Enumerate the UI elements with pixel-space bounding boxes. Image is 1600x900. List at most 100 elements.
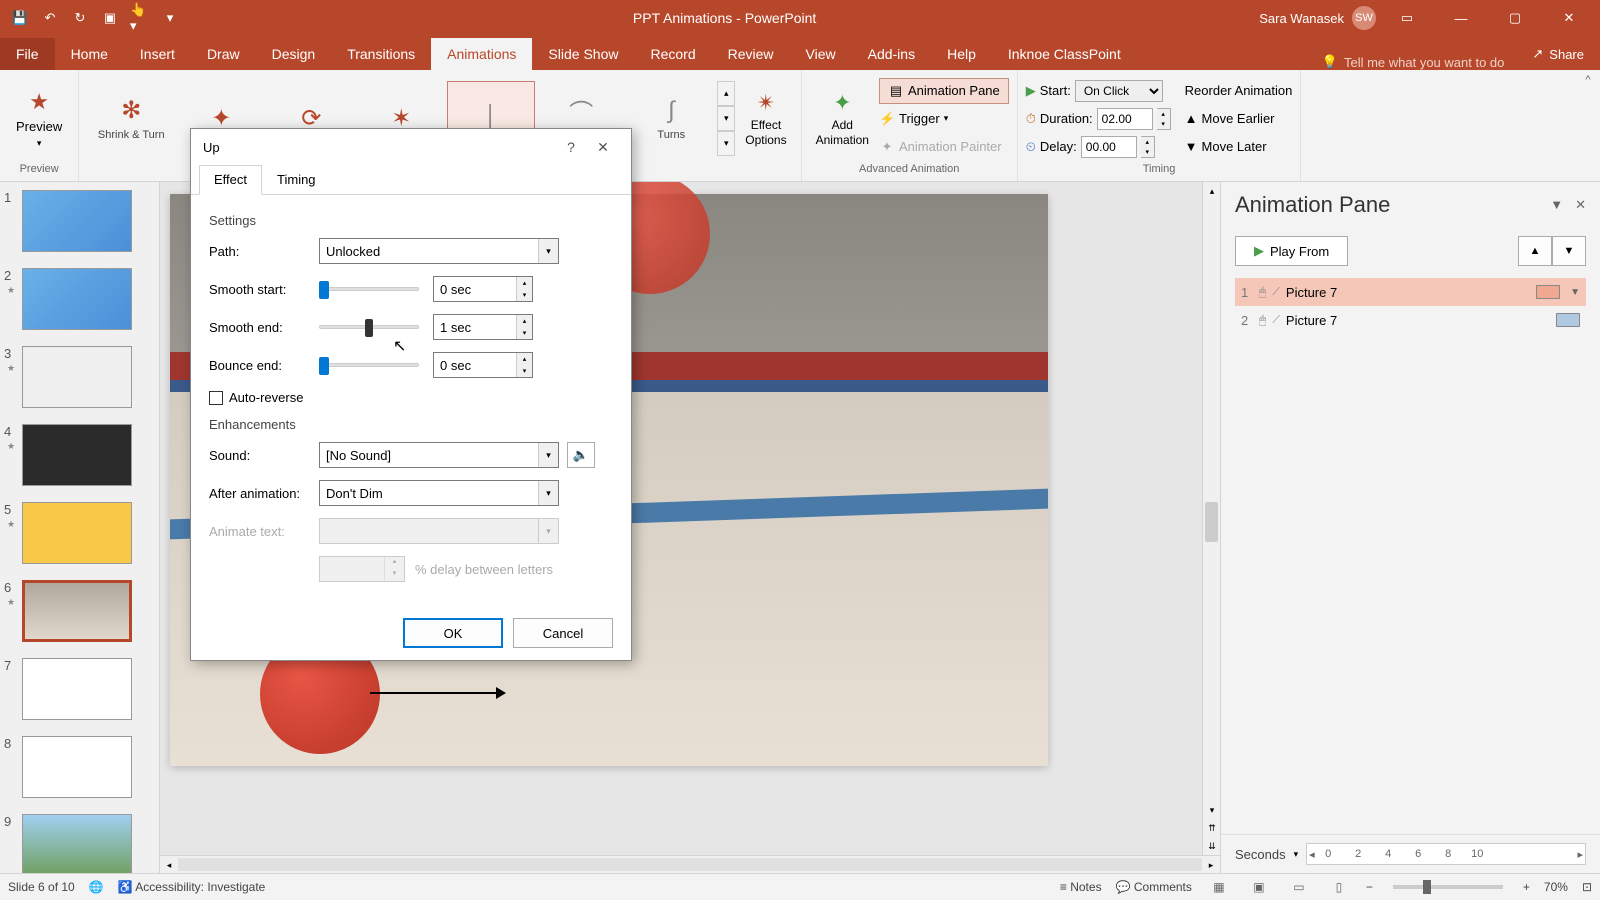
save-icon[interactable]: 💾 <box>10 8 30 28</box>
cancel-button[interactable]: Cancel <box>513 618 613 648</box>
tell-me-search[interactable]: 💡 Tell me what you want to do <box>1310 54 1517 70</box>
gallery-down-icon[interactable]: ▾ <box>717 106 735 131</box>
smooth-start-slider[interactable] <box>319 276 419 302</box>
thumb-6[interactable] <box>22 580 132 642</box>
path-select[interactable]: Unlocked ▾ <box>319 238 559 264</box>
timeline-ruler[interactable]: ◂ 0 2 4 6 8 10 ▸ <box>1306 843 1586 865</box>
dialog-tab-effect[interactable]: Effect <box>199 165 262 195</box>
item-dropdown-icon[interactable]: ▼ <box>1570 287 1580 298</box>
tab-review[interactable]: Review <box>712 38 790 70</box>
user-name[interactable]: Sara Wanasek <box>1259 11 1344 26</box>
slide-indicator[interactable]: Slide 6 of 10 <box>8 880 75 894</box>
tab-home[interactable]: Home <box>55 38 124 70</box>
tab-classpoint[interactable]: Inknoe ClassPoint <box>992 38 1137 70</box>
scroll-thumb[interactable] <box>1205 502 1218 542</box>
tab-animations[interactable]: Animations <box>431 38 532 70</box>
scroll-down-icon[interactable]: ▾ <box>1203 801 1220 819</box>
notes-button[interactable]: ≡ Notes <box>1060 880 1102 894</box>
gallery-scroll[interactable]: ▴ ▾ ▾ <box>717 81 735 157</box>
move-later-button[interactable]: ▼ Move Later <box>1185 134 1293 160</box>
thumb-2[interactable] <box>22 268 132 330</box>
auto-reverse-checkbox[interactable]: Auto-reverse <box>209 390 613 405</box>
smooth-end-input[interactable]: 1 sec ▴▾ <box>433 314 533 340</box>
vertical-scrollbar[interactable]: ▴ ▾ ⇈ ⇊ <box>1202 182 1220 855</box>
trigger-button[interactable]: ⚡ Trigger ▾ <box>879 106 1009 132</box>
start-select[interactable]: On Click <box>1075 80 1163 102</box>
tab-view[interactable]: View <box>790 38 852 70</box>
reading-view-icon[interactable]: ▭ <box>1286 877 1312 897</box>
pane-close-icon[interactable]: ✕ <box>1575 197 1586 213</box>
zoom-out-icon[interactable]: − <box>1366 880 1373 894</box>
tab-transitions[interactable]: Transitions <box>331 38 431 70</box>
customize-qat-icon[interactable]: ▾ <box>160 8 180 28</box>
collapse-ribbon-icon[interactable]: ^ <box>1576 70 1600 181</box>
smooth-start-input[interactable]: 0 sec ▴▾ <box>433 276 533 302</box>
move-up-button[interactable]: ▲ <box>1518 236 1552 266</box>
next-slide-icon[interactable]: ⇊ <box>1203 837 1220 855</box>
slideshow-view-icon[interactable]: ▯ <box>1326 877 1352 897</box>
delay-input[interactable] <box>1081 136 1137 158</box>
duration-input[interactable] <box>1097 108 1153 130</box>
anim-turns[interactable]: ∫Turns <box>627 81 715 157</box>
start-from-beginning-icon[interactable]: ▣ <box>100 8 120 28</box>
tab-addins[interactable]: Add-ins <box>852 38 931 70</box>
anim-list-item-1[interactable]: 1 🖱 ⟋ Picture 7 ▼ <box>1235 278 1586 306</box>
gallery-up-icon[interactable]: ▴ <box>717 81 735 106</box>
tab-draw[interactable]: Draw <box>191 38 256 70</box>
thumb-4[interactable] <box>22 424 132 486</box>
after-animation-select[interactable]: Don't Dim ▾ <box>319 480 559 506</box>
sound-volume-button[interactable]: 🔈 <box>567 442 595 468</box>
motion-path-line[interactable] <box>370 692 500 694</box>
tab-slideshow[interactable]: Slide Show <box>532 38 634 70</box>
tab-design[interactable]: Design <box>256 38 332 70</box>
scroll-up-icon[interactable]: ▴ <box>1203 182 1220 200</box>
tab-help[interactable]: Help <box>931 38 992 70</box>
tab-file[interactable]: File <box>0 38 55 70</box>
timeline-bar[interactable] <box>1536 285 1560 299</box>
anim-shrink-turn[interactable]: ✻Shrink & Turn <box>87 81 175 157</box>
zoom-slider[interactable] <box>1393 885 1503 889</box>
bounce-end-input[interactable]: 0 sec ▴▾ <box>433 352 533 378</box>
dialog-close-icon[interactable]: ✕ <box>587 131 619 163</box>
avatar[interactable]: SW <box>1352 6 1376 30</box>
play-from-button[interactable]: ▶ Play From <box>1235 236 1348 266</box>
horizontal-scrollbar[interactable]: ◂ ▸ <box>160 855 1220 873</box>
pane-options-icon[interactable]: ▼ <box>1550 197 1563 213</box>
bounce-end-slider[interactable] <box>319 352 419 378</box>
zoom-in-icon[interactable]: + <box>1523 880 1530 894</box>
anim-list-item-2[interactable]: 2 🖱 ⟋ Picture 7 <box>1235 306 1586 334</box>
dialog-tab-timing[interactable]: Timing <box>262 165 331 194</box>
tab-record[interactable]: Record <box>634 38 711 70</box>
move-down-button[interactable]: ▼ <box>1552 236 1586 266</box>
thumb-1[interactable] <box>22 190 132 252</box>
smooth-end-slider[interactable] <box>319 314 419 340</box>
undo-icon[interactable]: ↶ <box>40 8 60 28</box>
language-icon[interactable]: 🌐 <box>89 880 104 894</box>
thumb-9[interactable] <box>22 814 132 873</box>
add-animation-button[interactable]: ✦ Add Animation <box>810 86 875 151</box>
timeline-bar[interactable] <box>1556 313 1580 327</box>
zoom-level[interactable]: 70% <box>1544 880 1568 894</box>
share-button[interactable]: ↗ Share <box>1516 38 1600 70</box>
animation-pane-toggle[interactable]: ▤ Animation Pane <box>879 78 1009 104</box>
prev-slide-icon[interactable]: ⇈ <box>1203 819 1220 837</box>
dialog-titlebar[interactable]: Up ? ✕ <box>191 129 631 165</box>
minimize-button[interactable]: — <box>1438 0 1484 36</box>
effect-options-button[interactable]: ✴ Effect Options <box>739 86 792 151</box>
tab-insert[interactable]: Insert <box>124 38 191 70</box>
fit-to-window-icon[interactable]: ⊡ <box>1582 880 1592 894</box>
thumb-5[interactable] <box>22 502 132 564</box>
accessibility-status[interactable]: ♿ Accessibility: Investigate <box>118 880 266 894</box>
scroll-left-icon[interactable]: ◂ <box>160 856 178 874</box>
chevron-down-icon[interactable]: ▾ <box>1294 849 1299 860</box>
maximize-button[interactable]: ▢ <box>1492 0 1538 36</box>
delay-spinner[interactable]: ▴▾ <box>1141 136 1155 158</box>
comments-button[interactable]: 💬 Comments <box>1116 880 1192 894</box>
touch-mode-icon[interactable]: 👆▾ <box>130 8 150 28</box>
redo-icon[interactable]: ↻ <box>70 8 90 28</box>
thumb-8[interactable] <box>22 736 132 798</box>
normal-view-icon[interactable]: ▦ <box>1206 877 1232 897</box>
ribbon-display-icon[interactable]: ▭ <box>1384 0 1430 36</box>
sound-select[interactable]: [No Sound] ▾ <box>319 442 559 468</box>
slide-thumbnails[interactable]: 1 2★ 3★ 4★ 5★ 6★ 7 8 9 <box>0 182 160 873</box>
